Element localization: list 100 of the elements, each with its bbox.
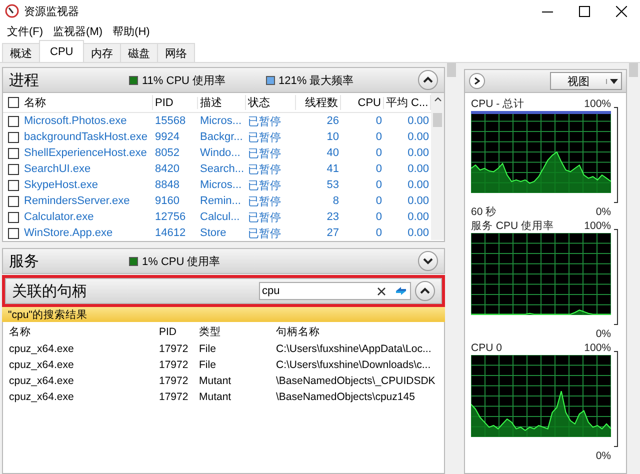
- checkbox[interactable]: [8, 148, 19, 158]
- column-header[interactable]: PID: [153, 96, 198, 108]
- table-cell-text: 已暂停: [247, 114, 282, 128]
- table-cell-text: 0: [374, 163, 383, 175]
- collapse-button[interactable]: [418, 70, 438, 90]
- table-cell-text: 17972: [158, 343, 190, 355]
- table-cell-text: Mutant: [198, 391, 232, 403]
- tab[interactable]: 概述: [2, 43, 40, 62]
- scrollbar[interactable]: [431, 93, 444, 240]
- graph-min-label: 0%: [596, 328, 611, 340]
- chevron-right-icon: [474, 77, 480, 85]
- column-header[interactable]: 类型: [193, 324, 273, 338]
- menu-item[interactable]: 监视器(M): [48, 24, 108, 39]
- table-cell-text: 26: [326, 115, 340, 127]
- table-cell-text: 0.00: [406, 179, 430, 191]
- table-cell-text: 14612: [154, 227, 187, 239]
- column-header[interactable]: PID: [153, 326, 193, 338]
- table-cell-text: 0: [374, 147, 383, 159]
- table-cell: backgroundTaskHost.exe: [24, 131, 148, 143]
- view-dropdown[interactable]: 视图: [550, 72, 622, 90]
- graph-title: CPU - 总计: [471, 97, 524, 111]
- column-header[interactable]: 线程数: [296, 95, 341, 110]
- table-cell-text: 8848: [154, 179, 180, 191]
- table-cell-text: 0: [374, 131, 383, 143]
- table-cell-text: 23: [326, 211, 340, 223]
- table-cell-text: Calcul...: [199, 211, 241, 223]
- table-cell-text: 27: [326, 227, 340, 239]
- graph-min-label: 0%: [596, 206, 611, 218]
- graph-title: 服务 CPU 使用率: [471, 219, 554, 233]
- scroll-up-icon[interactable]: [434, 97, 442, 102]
- checkbox[interactable]: [8, 196, 19, 206]
- table-cell-text: 已暂停: [247, 130, 282, 144]
- tab[interactable]: 内存: [83, 43, 122, 62]
- table-cell-text: 已暂停: [247, 194, 282, 208]
- table-cell-text: 0: [374, 227, 383, 239]
- table-cell-text: Remin...: [199, 195, 242, 207]
- column-header[interactable]: 描述: [198, 95, 246, 110]
- table-cell: SkypeHost.exe: [24, 179, 98, 191]
- table-cell: WinStore.App.exe: [24, 227, 113, 239]
- table-cell-text: 0.00: [406, 195, 430, 207]
- maximize-icon[interactable]: [579, 6, 590, 16]
- table-cell: Microsoft.Photos.exe: [24, 115, 127, 127]
- scrollbar-thumb[interactable]: [447, 63, 456, 77]
- graph-max-label: 100%: [584, 342, 611, 354]
- tab[interactable]: 网络: [157, 43, 196, 62]
- collapse-panel-button[interactable]: [469, 73, 485, 89]
- clear-icon[interactable]: [377, 287, 386, 296]
- checkbox[interactable]: [8, 164, 19, 174]
- column-header[interactable]: 状态: [246, 95, 296, 110]
- menu-item[interactable]: 文件(F): [2, 24, 48, 39]
- graph-max-label: 100%: [584, 98, 611, 110]
- table-cell-text: 0.00: [406, 227, 430, 239]
- table-cell-text: 40: [326, 147, 340, 159]
- checkbox[interactable]: [8, 132, 19, 142]
- table-cell-text: 41: [326, 163, 340, 175]
- column-header[interactable]: 名称: [3, 324, 153, 338]
- checkbox[interactable]: [8, 97, 19, 108]
- table-cell-text: 已暂停: [247, 162, 282, 176]
- table-cell-text: 8052: [154, 147, 180, 159]
- table-cell-text: 0: [374, 179, 383, 191]
- legend-label: 1% CPU 使用率: [142, 254, 220, 268]
- legend-label: 121% 最大频率: [278, 74, 354, 88]
- table-cell-text: 9160: [154, 195, 180, 207]
- checkbox[interactable]: [8, 116, 19, 126]
- table-cell-text: 0.00: [406, 131, 430, 143]
- column-header[interactable]: CPU: [341, 96, 384, 108]
- table-cell-text: 0.00: [406, 147, 430, 159]
- table-cell-text: 8: [332, 195, 340, 207]
- table-cell-text: 17972: [158, 359, 190, 371]
- tab[interactable]: 磁盘: [120, 43, 158, 62]
- table-cell-text: 0: [374, 195, 383, 207]
- table-cell-text: cpuz_x64.exe: [8, 391, 75, 403]
- table-cell-text: C:\Users\fuxshine\Downloads\c...: [275, 359, 432, 371]
- column-label: 名称: [24, 96, 46, 110]
- scrollbar-thumb[interactable]: [629, 63, 638, 77]
- close-icon[interactable]: [616, 6, 627, 16]
- scrollbar-thumb[interactable]: [433, 113, 442, 127]
- table-cell: SearchUI.exe: [24, 163, 91, 175]
- table-cell-text: C:\Users\fuxshine\AppData\Loc...: [275, 343, 432, 355]
- collapse-button[interactable]: [415, 281, 435, 301]
- table-cell: Calculator.exe: [24, 211, 94, 223]
- menu-item[interactable]: 帮助(H): [108, 24, 155, 39]
- checkbox[interactable]: [8, 212, 19, 222]
- table-cell-text: cpuz_x64.exe: [8, 375, 75, 387]
- table-cell-text: Micros...: [199, 115, 243, 127]
- table-cell-text: 0.00: [406, 115, 430, 127]
- column-header[interactable]: 句柄名称: [273, 324, 444, 338]
- refresh-icon[interactable]: [394, 285, 408, 297]
- table-cell-text: cpuz_x64.exe: [8, 343, 75, 355]
- search-field[interactable]: cpu: [259, 282, 411, 300]
- table-cell-text: 0: [374, 115, 383, 127]
- checkbox[interactable]: [8, 228, 19, 238]
- expand-button[interactable]: [418, 251, 438, 271]
- checkbox[interactable]: [8, 180, 19, 190]
- table-cell-text: 0.00: [406, 163, 430, 175]
- graph-min-label: 0%: [596, 450, 611, 462]
- app-icon: [5, 4, 19, 18]
- table-cell-text: 0.00: [406, 211, 430, 223]
- dropdown-arrow-icon: [606, 78, 621, 84]
- section-title: 关联的句柄: [12, 282, 88, 300]
